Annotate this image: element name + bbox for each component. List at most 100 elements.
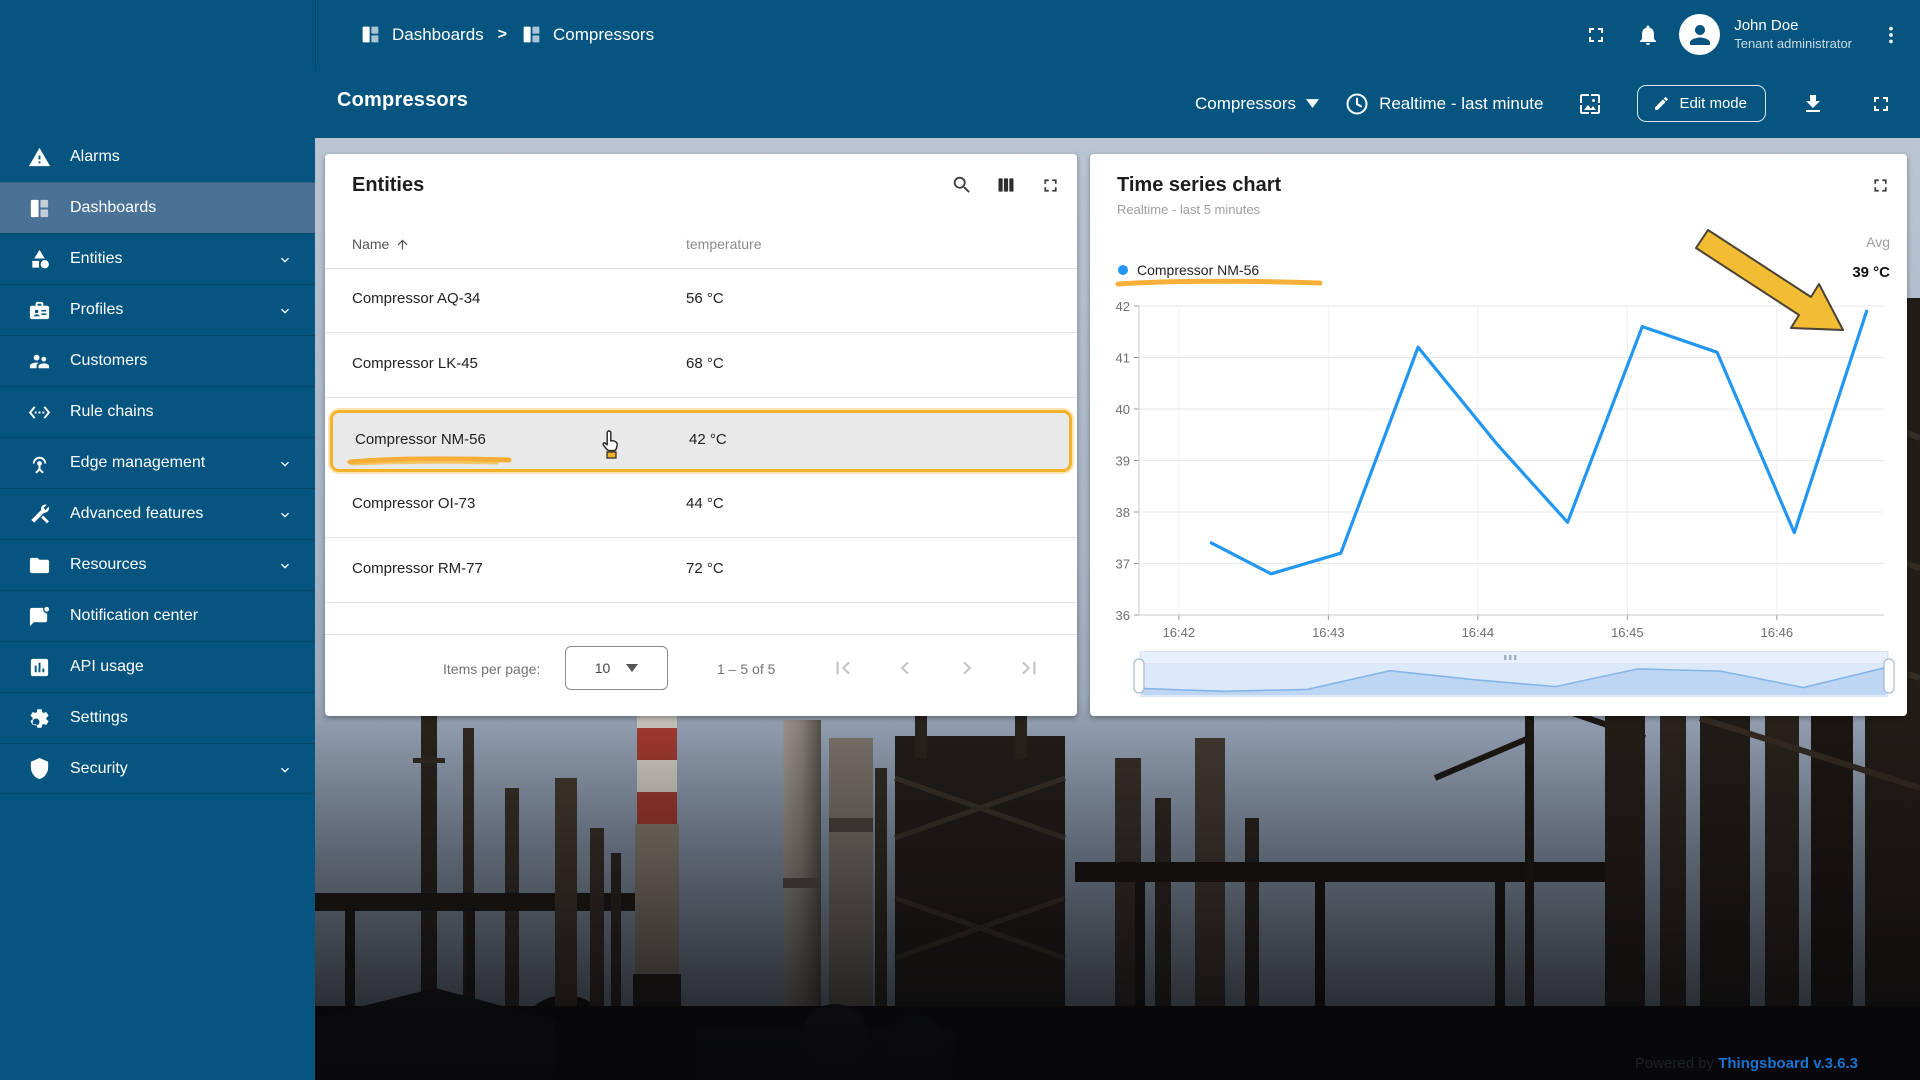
fullscreen-icon	[1040, 175, 1061, 196]
column-header-name[interactable]: Name	[352, 236, 410, 252]
sidebar-item-dashboards[interactable]: Dashboards	[0, 182, 315, 233]
table-row[interactable]: Compressor LK-45 68 °C	[325, 333, 1077, 398]
sidebar-item-settings[interactable]: Settings	[0, 692, 315, 743]
legend-item[interactable]: Compressor NM-56	[1118, 262, 1259, 278]
chevron-right-icon	[954, 655, 980, 681]
clock-icon	[1345, 92, 1369, 116]
bell-icon	[1636, 23, 1660, 47]
top-bar: Dashboards > Compressors John Doe Tenant…	[315, 0, 1920, 69]
sidebar-item-security[interactable]: Security	[0, 743, 315, 794]
fullscreen-button[interactable]	[1575, 14, 1617, 56]
cursor-pointer-hand	[599, 429, 625, 459]
sidebar-item-api-usage[interactable]: API usage	[0, 641, 315, 692]
breadcrumb: Dashboards > Compressors	[360, 0, 654, 69]
page-range-label: 1 – 5 of 5	[717, 661, 775, 677]
dashboards-icon	[28, 197, 51, 220]
svg-text:16:43: 16:43	[1312, 625, 1345, 640]
last-page-button[interactable]	[1009, 648, 1049, 688]
aggregation-header: Avg	[1866, 234, 1890, 250]
next-page-button[interactable]	[947, 648, 987, 688]
version-link[interactable]: Thingsboard v.3.6.3	[1718, 1055, 1858, 1072]
sidebar-item-rule-chains[interactable]: Rule chains	[0, 386, 315, 437]
svg-text:16:45: 16:45	[1611, 625, 1644, 640]
sidebar-item-alarms[interactable]: Alarms	[0, 131, 315, 182]
kebab-menu-icon	[1880, 24, 1902, 46]
dashboards-icon	[360, 24, 381, 45]
user-role: Tenant administrator	[1734, 36, 1852, 52]
legend-series-label: Compressor NM-56	[1137, 262, 1259, 278]
sidebar-item-profiles[interactable]: Profiles	[0, 284, 315, 335]
columns-icon	[996, 175, 1016, 195]
thingsboard-app: ThingsBoard Home Alarms Dashboards	[0, 0, 1920, 1080]
sidebar-item-edge-management[interactable]: Edge management	[0, 437, 315, 488]
widget-fullscreen-button[interactable]	[1037, 172, 1063, 198]
items-per-page-label: Items per page:	[443, 661, 540, 677]
sidebar-item-advanced-features[interactable]: Advanced features	[0, 488, 315, 539]
legend-dot	[1118, 265, 1128, 275]
image-icon	[1578, 92, 1602, 116]
svg-text:42: 42	[1116, 299, 1130, 314]
timeseries-plot: 16:4216:4316:4416:4516:4636373839404142	[1090, 289, 1907, 647]
search-button[interactable]	[949, 172, 975, 198]
sidebar-item-customers[interactable]: Customers	[0, 335, 315, 386]
entities-widget-title: Entities	[352, 174, 424, 197]
svg-text:37: 37	[1116, 557, 1130, 572]
table-row[interactable]: Compressor OI-73 44 °C	[325, 473, 1077, 538]
warning-icon	[28, 146, 51, 169]
notifications-button[interactable]	[1627, 14, 1669, 56]
first-page-icon	[830, 655, 856, 681]
timeseries-widget: Time series chart Realtime - last 5 minu…	[1090, 154, 1907, 716]
breadcrumb-compressors[interactable]: Compressors	[521, 24, 654, 45]
chart-title: Time series chart	[1117, 174, 1281, 197]
entity-select[interactable]: Compressors	[1195, 94, 1319, 114]
svg-text:38: 38	[1116, 505, 1130, 520]
entities-widget-actions	[949, 172, 1063, 198]
search-icon	[951, 174, 973, 196]
sort-ascending-icon	[395, 237, 410, 252]
caret-down-icon	[1306, 99, 1319, 108]
dashboard-fullscreen-button[interactable]	[1860, 83, 1902, 125]
svg-text:16:42: 16:42	[1163, 625, 1196, 640]
pagination-controls	[823, 648, 1049, 688]
folder-icon	[28, 554, 51, 577]
table-row[interactable]: Compressor AQ-34 56 °C	[325, 268, 1077, 333]
sidebar-item-entities[interactable]: Entities	[0, 233, 315, 284]
timeseries-zoom-slider[interactable]	[1090, 651, 1907, 701]
sidebar-item-notification-center[interactable]: Notification center	[0, 590, 315, 641]
fullscreen-icon	[1584, 23, 1608, 47]
zoom-handle-left[interactable]	[1134, 659, 1144, 693]
table-header: Name temperature	[325, 228, 1077, 268]
sidebar-item-resources[interactable]: Resources	[0, 539, 315, 590]
zoom-handle-right[interactable]	[1884, 659, 1894, 693]
sidebar: ThingsBoard Home Alarms Dashboards	[0, 0, 315, 1080]
table-paginator: Items per page: 10 1 – 5 of 5	[325, 635, 1077, 701]
download-icon	[1801, 92, 1825, 116]
edit-mode-button[interactable]: Edit mode	[1637, 85, 1766, 122]
widget-fullscreen-button[interactable]	[1867, 172, 1893, 198]
user-info[interactable]: John Doe Tenant administrator	[1734, 17, 1852, 52]
table-row-selected[interactable]: Compressor NM-56 42 °C	[330, 410, 1072, 472]
user-menu-button[interactable]	[1870, 14, 1912, 56]
download-button[interactable]	[1792, 83, 1834, 125]
powered-by: Powered by Thingsboard v.3.6.3	[1635, 1055, 1858, 1072]
hand-drawn-underline	[347, 455, 512, 467]
previous-page-button[interactable]	[885, 648, 925, 688]
column-header-temperature[interactable]: temperature	[686, 236, 761, 252]
table-row[interactable]: Compressor RM-77 72 °C	[325, 538, 1077, 603]
caret-down-icon	[626, 664, 638, 672]
timewindow-button[interactable]: Realtime - last minute	[1345, 92, 1543, 116]
chevron-down-icon	[277, 558, 293, 574]
dashboard-canvas: Entities Name temperature	[315, 138, 1920, 1080]
avatar[interactable]	[1679, 14, 1720, 55]
gear-icon	[28, 707, 51, 730]
last-page-icon	[1016, 655, 1042, 681]
svg-text:40: 40	[1116, 402, 1130, 417]
items-per-page-select[interactable]: 10	[565, 646, 668, 690]
first-page-button[interactable]	[823, 648, 863, 688]
chart-subtitle: Realtime - last 5 minutes	[1117, 202, 1260, 217]
breadcrumb-dashboards[interactable]: Dashboards	[360, 24, 484, 45]
columns-button[interactable]	[993, 172, 1019, 198]
api-usage-icon	[28, 656, 51, 679]
header-divider	[315, 0, 316, 69]
dashboard-image-button[interactable]	[1569, 83, 1611, 125]
